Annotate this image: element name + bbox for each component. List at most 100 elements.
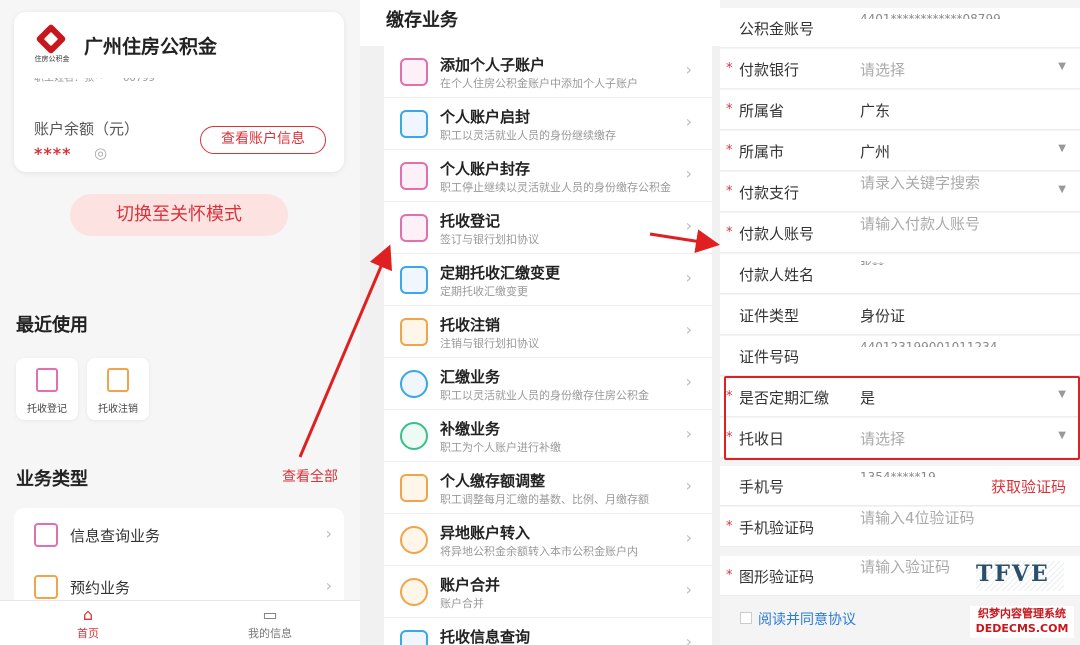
field-label: 托收日 [739,430,785,448]
form-row-id-number: 证件号码 440123199001011234 [720,336,1080,376]
form-row-branch[interactable]: * 付款支行 请录入关键字搜索 ▼ [720,172,1080,212]
get-code-button[interactable]: 获取验证码 [991,476,1066,497]
document-edit-icon [36,368,58,392]
watermark-line1: 织梦内容管理系统 [978,607,1066,620]
list-item[interactable]: 异地账户转入 将异地公积金余额转入本市公积金账户内 › [384,514,712,566]
document-cancel-icon [400,318,428,346]
form-row-city[interactable]: * 所属市 广州 ▼ [720,131,1080,171]
id-type-value: 身份证 [860,307,906,325]
field-label: 付款银行 [739,61,800,79]
form-row-sms-code[interactable]: * 手机验证码 请输入4位验证码 [720,507,1080,547]
view-all-link[interactable]: 查看全部 [282,466,338,486]
item-title: 托收登记 [440,212,501,230]
phone-value: 1354*****19 [860,470,936,477]
sms-code-input[interactable]: 请输入4位验证码 [860,507,975,528]
chevron-right-icon: › [685,60,692,79]
balance-label: 账户余额（元） [34,120,140,138]
required-mark: * [726,102,733,117]
field-label: 是否定期汇缴 [739,389,830,407]
list-item[interactable]: 定期托收汇缴变更 定期托收汇缴变更 › [384,254,712,306]
province-value[interactable]: 广东 [860,100,890,121]
item-desc: 职工以灵活就业人员的身份缴存住房公积金 [440,389,649,402]
payer-account-input[interactable]: 请输入付款人账号 [860,213,980,234]
item-title: 汇缴业务 [440,368,501,386]
view-account-button[interactable]: 查看账户信息 [200,126,326,154]
list-item[interactable]: 个人账户封存 职工停止继续以灵活就业人员的身份缴存公积金 › [384,150,712,202]
list-item[interactable]: 账户合并 账户合并 › [384,566,712,618]
list-item[interactable]: 添加个人子账户 在个人住房公积金账户中添加个人子账户 › [384,46,712,98]
tile-label: 托收注销 [98,404,138,415]
agreement-link[interactable]: 阅读并同意协议 [758,609,856,629]
list-item[interactable]: 托收登记签订与银行划扣协议 › [384,202,712,254]
field-label: 付款支行 [739,184,800,202]
dropdown-caret-icon: ▼ [1058,430,1066,441]
id-number-value: 440123199001011234 [860,340,998,347]
city-select[interactable]: 广州 [860,141,890,162]
list-item[interactable]: 托收注销 注销与银行划扣协议 › [384,306,712,358]
bank-select[interactable]: 请选择 [860,59,905,80]
item-title: 异地账户转入 [440,524,531,542]
list-item[interactable]: 个人缴存额调整 职工调整每月汇缴的基数、比例、月缴存额 › [384,462,712,514]
dropdown-caret-icon: ▼ [1058,389,1066,400]
form-row-periodic[interactable]: * 是否定期汇缴 是 ▼ [720,377,1080,417]
recent-tile-collection-cancel[interactable]: 托收注销 [87,358,149,420]
periodic-select[interactable]: 是 [860,387,875,408]
chevron-right-icon: › [325,524,332,543]
field-label: 付款人账号 [739,225,815,243]
user-add-icon [400,58,428,86]
recent-tile-collection-register[interactable]: 托收登记 [16,358,78,420]
item-desc: 职工停止继续以灵活就业人员的身份缴存公积金 [440,181,671,194]
form-row-province[interactable]: * 所属省 广东 [720,90,1080,130]
list-item-label: 预约业务 [70,579,131,597]
field-label: 所属市 [739,143,785,161]
list-item[interactable]: 个人账户启封 职工以灵活就业人员的身份继续缴存 › [384,98,712,150]
biz-type-list: 信息查询业务 › 预约业务 › [14,508,344,608]
list-item[interactable]: 汇缴业务职工以灵活就业人员的身份缴存住房公积金 › [384,358,712,410]
item-title: 账户合并 [440,576,501,594]
tab-home[interactable]: ⌂ 首页 [38,605,138,641]
required-mark: * [726,61,733,76]
folder-open-icon [400,110,428,138]
captcha-image[interactable]: TFVE [976,561,1064,591]
account-card: 住房公积金 广州住房公积金 职工姓名：张** ···· 00799 账户余额（元… [14,12,344,172]
form-row-captcha[interactable]: * 图形验证码 请输入验证码 TFVE [720,556,1080,596]
form-row-payer-account[interactable]: * 付款人账号 请输入付款人账号 [720,213,1080,253]
item-desc: 职工为个人账户进行补缴 [440,441,561,454]
captcha-input[interactable]: 请输入验证码 [860,556,950,577]
field-label: 证件类型 [739,307,800,325]
required-mark: * [726,143,733,158]
item-title: 定期托收汇缴变更 [440,264,561,282]
item-desc: 签订与银行划扣协议 [440,233,539,246]
field-label: 证件号码 [739,348,800,366]
form-row-account: 公积金账号 4401************08799 [720,8,1080,48]
form-row-collection-day[interactable]: * 托收日 请选择 ▼ [720,418,1080,458]
dropdown-caret-icon: ▼ [1058,61,1066,72]
chevron-right-icon: › [685,112,692,131]
deposit-business-screen: 缴存业务 添加个人子账户 在个人住房公积金账户中添加个人子账户 › 个人账户启封 职工… [360,0,720,645]
field-label: 所属省 [739,102,785,120]
list-item[interactable]: 补缴业务 职工为个人账户进行补缴 › [384,410,712,462]
item-title: 个人账户启封 [440,108,531,126]
list-item-info-query[interactable]: 信息查询业务 › [14,510,344,560]
item-title: 托收信息查询 [440,628,531,645]
user-lock-icon [400,162,428,190]
form-row-id-type: 证件类型 身份证 [720,295,1080,335]
care-mode-button[interactable]: 切换至关怀模式 [70,194,288,236]
chevron-right-icon: › [685,320,692,339]
yen-adjust-icon [400,474,428,502]
list-item-label: 信息查询业务 [70,527,161,545]
form-row-bank[interactable]: * 付款银行 请选择 ▼ [720,49,1080,89]
list-item[interactable]: 托收信息查询 › [384,618,712,645]
branch-search-input[interactable]: 请录入关键字搜索 [860,172,980,193]
collection-day-select[interactable]: 请选择 [860,428,905,449]
chevron-right-icon: › [685,372,692,391]
masked-account-row: 职工姓名：张** ···· 00799 [34,78,155,84]
tab-my-info[interactable]: ▭ 我的信息 [220,605,320,641]
chevron-right-icon: › [685,216,692,235]
field-label: 付款人姓名 [739,266,815,284]
collection-register-form: 公积金账号 4401************08799 * 付款银行 请选择 ▼ * 所属… [720,0,1080,645]
form-row-phone: 手机号 1354*****19 获取验证码 [720,466,1080,506]
agree-checkbox[interactable] [740,612,752,624]
bottom-tab-bar: ⌂ 首页 ▭ 我的信息 [0,600,360,645]
eye-slash-icon[interactable]: ◎ [94,144,107,162]
